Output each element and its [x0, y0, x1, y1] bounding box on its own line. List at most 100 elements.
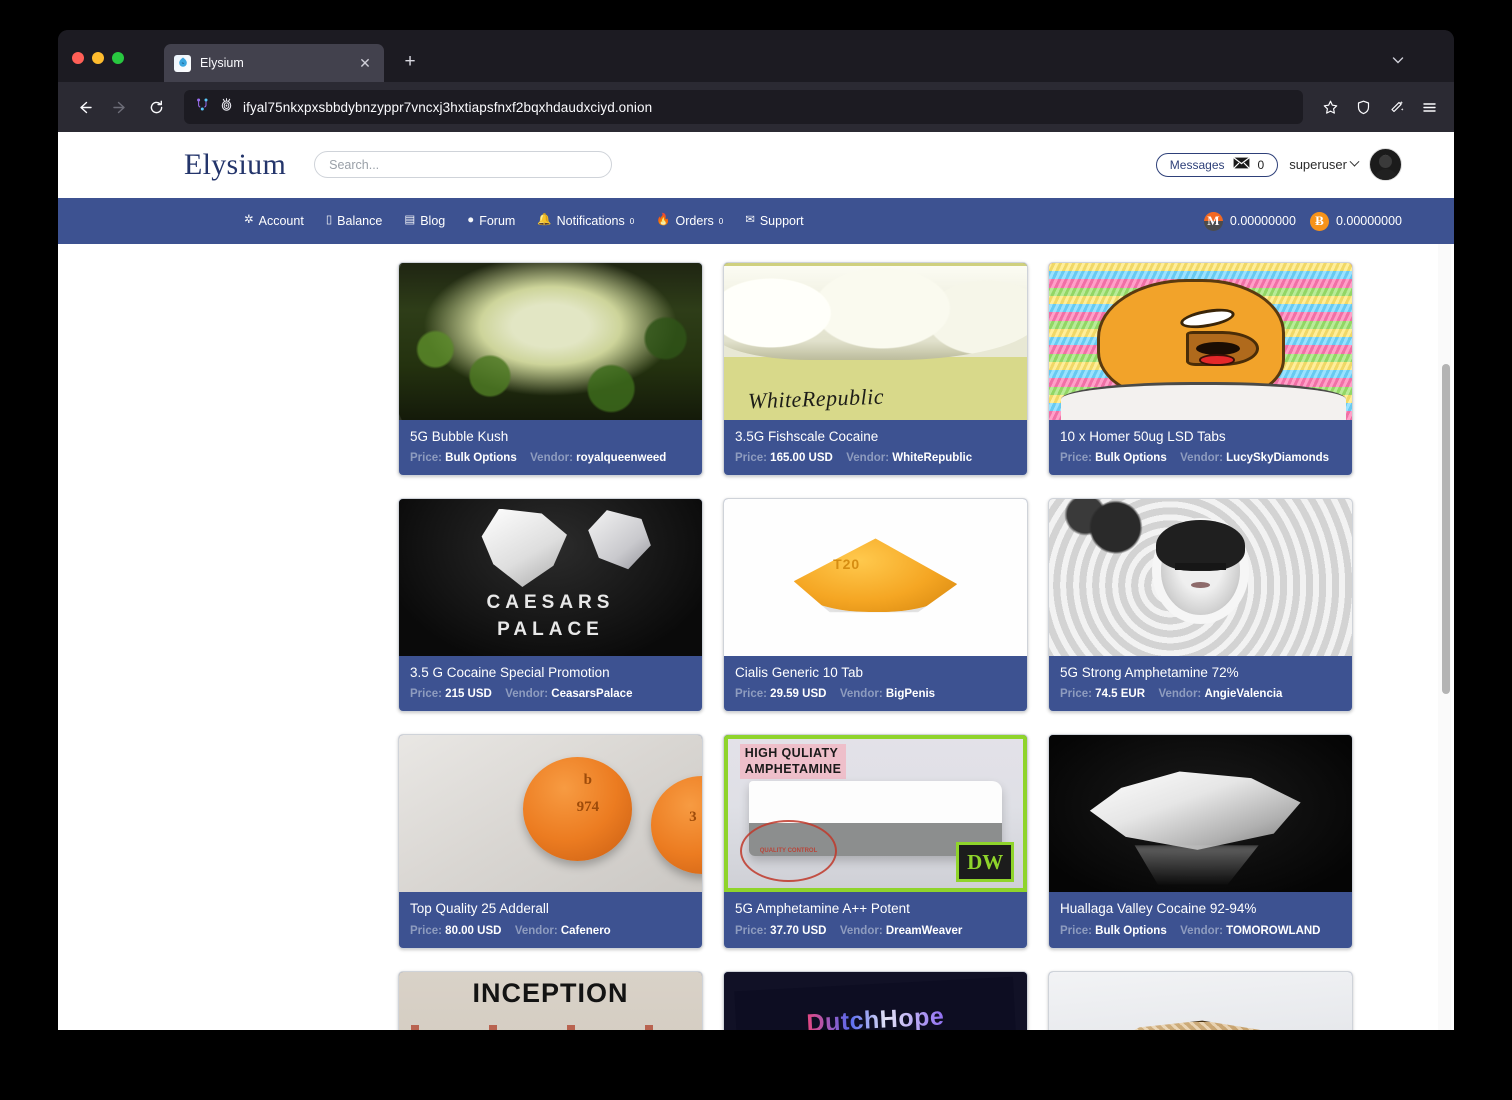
orange-cialis-pill-photo[interactable]: T20 — [724, 499, 1027, 657]
nav-item-support[interactable]: ✉ Support — [745, 214, 803, 228]
chevron-down-icon[interactable] — [1390, 52, 1406, 73]
nav-item-forum[interactable]: ● Forum — [467, 214, 515, 228]
product-title: 10 x Homer 50ug LSD Tabs — [1060, 429, 1226, 444]
shield-icon[interactable] — [1348, 92, 1378, 122]
tor-circuit-icon[interactable] — [195, 97, 210, 117]
product-card[interactable]: DutchHope — [723, 970, 1028, 1030]
reload-icon[interactable] — [140, 91, 172, 123]
product-meta: Price: 165.00 USD Vendor: WhiteRepublic — [735, 452, 1016, 464]
product-card-body: 3.5 G Cocaine Special Promotion Price: 2… — [399, 656, 702, 711]
cannabis-bud-photo[interactable] — [399, 263, 702, 420]
vendor-label: Vendor: — [839, 924, 883, 937]
homer-lsd-blotter-art[interactable] — [1049, 263, 1352, 420]
vendor-value[interactable]: WhiteRepublic — [892, 452, 972, 464]
imprint-bottom: 974 — [576, 798, 600, 815]
new-tab-button[interactable]: + — [398, 50, 422, 74]
product-card[interactable]: CAESARS PALACE 3.5 G Cocaine Special Pro… — [398, 498, 703, 713]
user-menu[interactable]: superuser — [1289, 156, 1360, 172]
close-icon[interactable]: ✕ — [356, 54, 374, 72]
dutchhope-pills-photo[interactable]: DutchHope — [724, 971, 1027, 1030]
price-label: Price: — [735, 924, 767, 937]
price-label: Price: — [735, 452, 767, 465]
price-value: 74.5 EUR — [1095, 688, 1146, 701]
product-card[interactable]: Huallaga Valley Cocaine 92-94% Price: Bu… — [1048, 734, 1353, 949]
maximize-window-button[interactable] — [112, 52, 124, 64]
cocaine-rock — [588, 510, 651, 570]
sparkle-broom-icon[interactable] — [1381, 92, 1411, 122]
high-quliaty-amphetamine-brick-photo[interactable]: HIGH QULIATY AMPHETAMINE QUALITY CONTROL… — [724, 735, 1027, 893]
product-title: 3.5 G Cocaine Special Promotion — [410, 665, 610, 681]
onion-site-icon[interactable] — [219, 97, 234, 117]
chat-bubble-icon: ● — [467, 214, 475, 227]
product-card[interactable] — [1048, 970, 1353, 1030]
image-title-text: INCEPTION — [472, 977, 629, 1008]
search-input[interactable]: Search... — [314, 151, 613, 178]
product-card[interactable]: 10 x Homer 50ug LSD Tabs Price: Bulk Opt… — [1048, 262, 1353, 477]
pill-shape — [793, 538, 958, 613]
avatar[interactable] — [1369, 148, 1402, 181]
amphetamine-powder-woman-photo[interactable] — [1049, 499, 1352, 657]
product-card[interactable]: WhiteRepublic 3.5G Fishscale Cocaine Pri… — [723, 262, 1028, 477]
price-label: Price: — [410, 924, 442, 937]
hamburger-menu-icon[interactable] — [1414, 92, 1444, 122]
url-bar[interactable]: ifyal75nkxpxsbbdybnzyppr7vncxj3hxtiapsfn… — [184, 90, 1303, 124]
browser-tab[interactable]: Elysium ✕ — [164, 44, 384, 82]
site-favicon — [174, 54, 191, 72]
forward-arrow-icon[interactable] — [104, 91, 136, 123]
inception-blotter-sheet-photo[interactable]: INCEPTION — [399, 971, 702, 1030]
product-card[interactable]: HIGH QULIATY AMPHETAMINE QUALITY CONTROL… — [723, 734, 1028, 949]
nav-item-account[interactable]: ✲ Account — [244, 214, 304, 228]
back-arrow-icon[interactable] — [68, 91, 100, 123]
product-card-body: Huallaga Valley Cocaine 92-94% Price: Bu… — [1049, 892, 1352, 947]
product-title: 5G Amphetamine A++ Potent — [735, 901, 910, 917]
cocaine-rock-dark-photo[interactable] — [1049, 735, 1352, 893]
pill-imprint: T20 — [833, 555, 861, 572]
vendor-value[interactable]: DreamWeaver — [886, 925, 963, 937]
left-gutter — [58, 244, 398, 1030]
product-meta: Price: 80.00 USD Vendor: Cafenero — [410, 925, 691, 937]
product-title: 5G Bubble Kush — [410, 429, 509, 444]
url-text: ifyal75nkxpxsbbdybnzyppr7vncxj3hxtiapsfn… — [243, 99, 653, 115]
price-value: 80.00 USD — [445, 924, 502, 937]
nav-item-notifications[interactable]: 🔔 Notifications 0 — [537, 214, 634, 228]
nav-item-blog[interactable]: ▤ Blog — [404, 214, 445, 228]
vendor-value[interactable]: royalqueenweed — [576, 452, 666, 464]
bitcoin-amount: 0.00000000 — [1335, 214, 1402, 228]
product-card[interactable]: T20 Cialis Generic 10 Tab Price: 29.59 U… — [723, 498, 1028, 713]
price-value: 215 USD — [445, 688, 492, 701]
product-card[interactable]: 5G Bubble Kush Price: Bulk Options Vendo… — [398, 262, 703, 477]
site-logo[interactable]: Elysium — [184, 148, 286, 182]
page-scrollbar-thumb[interactable] — [1442, 364, 1450, 694]
gear-icon: ✲ — [244, 214, 254, 227]
vendor-value[interactable]: BigPenis — [886, 688, 935, 700]
vendor-value[interactable]: LucySkyDiamonds — [1226, 452, 1329, 464]
vendor-label: Vendor: — [846, 452, 890, 465]
bitcoin-icon: Ƀ — [1309, 211, 1329, 231]
nav-item-orders[interactable]: 🔥 Orders 0 — [656, 214, 723, 228]
star-icon[interactable] — [1315, 92, 1345, 122]
price-value: Bulk Options — [1095, 924, 1167, 937]
minimize-window-button[interactable] — [92, 52, 104, 64]
messages-button[interactable]: Messages 0 — [1155, 152, 1279, 177]
product-grid: 5G Bubble Kush Price: Bulk Options Vendo… — [398, 262, 1373, 1030]
homer-eye — [1179, 305, 1237, 332]
product-card-body: Cialis Generic 10 Tab Price: 29.59 USD V… — [724, 656, 1027, 711]
brown-rock-photo[interactable] — [1049, 971, 1352, 1030]
brown-rock — [1095, 1020, 1309, 1030]
product-card[interactable]: INCEPTION — [398, 970, 703, 1030]
cocaine-rocks-caesars-palace-photo[interactable]: CAESARS PALACE — [399, 499, 702, 657]
vendor-value[interactable]: AngieValencia — [1204, 688, 1282, 700]
vendor-value[interactable]: CeasarsPalace — [551, 688, 632, 700]
product-card[interactable]: 5G Strong Amphetamine 72% Price: 74.5 EU… — [1048, 498, 1353, 713]
cocaine-slab-whiterepublic-photo[interactable]: WhiteRepublic — [724, 263, 1027, 420]
nav-item-balance[interactable]: ▯ Balance — [326, 214, 383, 228]
vendor-value[interactable]: Cafenero — [561, 925, 611, 937]
nav-label: Support — [759, 214, 804, 228]
close-window-button[interactable] — [72, 52, 84, 64]
product-card[interactable]: b 974 3 0 Top Quality 25 Adderall Price: — [398, 734, 703, 949]
monero-balance: M 0.00000000 — [1203, 211, 1296, 231]
monero-icon: M — [1203, 211, 1223, 231]
blog-icon: ▤ — [404, 214, 416, 227]
orange-adderall-tablets-photo[interactable]: b 974 3 0 — [399, 735, 702, 893]
vendor-value[interactable]: TOMOROWLAND — [1226, 925, 1320, 937]
